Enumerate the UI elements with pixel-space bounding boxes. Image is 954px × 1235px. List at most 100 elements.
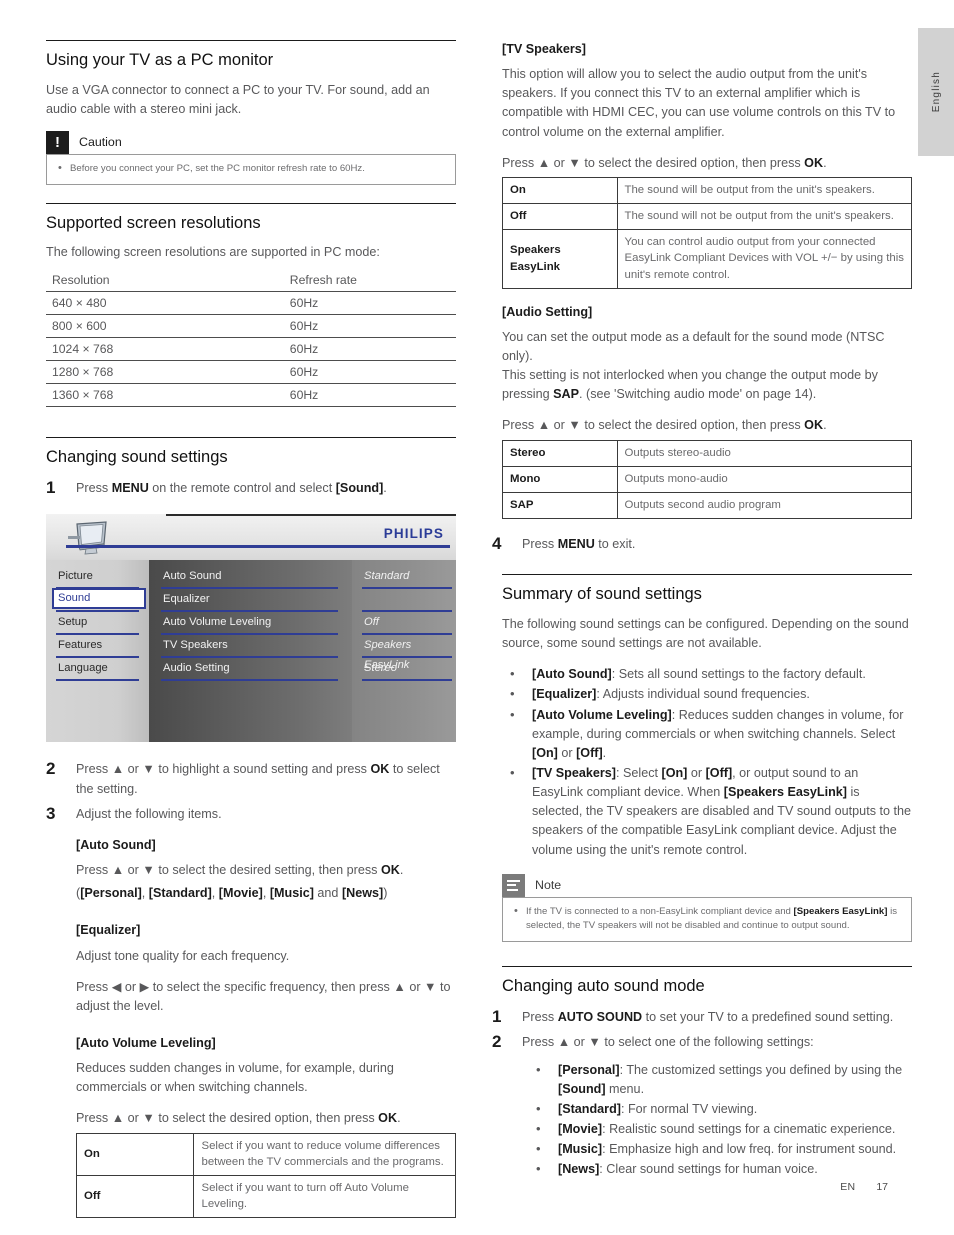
subsection-equalizer-title: [Equalizer] (76, 921, 456, 940)
key-sap: SAP (553, 387, 580, 402)
osd-item-language[interactable]: Language (46, 658, 149, 678)
option-personal: [Personal] (80, 886, 142, 901)
down-arrow-icon: ▼ (588, 1035, 601, 1050)
t: . (see 'Switching audio mode' on page 14… (579, 387, 817, 402)
t: to highlight a sound setting and press (154, 762, 371, 777)
cell-refresh: 60Hz (283, 383, 456, 407)
subsection-auto-sound-title: [Auto Sound] (76, 836, 456, 855)
key-ok: OK (380, 863, 400, 878)
step-1: 1 Press MENU on the remote control and s… (46, 477, 456, 498)
heading-changing-auto-sound-mode: Changing auto sound mode (502, 965, 912, 997)
col-header-resolution: Resolution (46, 268, 284, 292)
cell-option-key: On (502, 176, 618, 205)
key-sound: [Sound] (335, 481, 384, 496)
step-text: Press ▲ or ▼ to highlight a sound settin… (76, 758, 456, 798)
mode-music: [Music] (558, 1142, 603, 1157)
osd-setting-equalizer[interactable]: Equalizer (149, 589, 352, 609)
label: [Audio Setting] (502, 304, 593, 319)
caution-bullet: Before you connect your PC, set the PC m… (57, 161, 445, 177)
osd-item-setup[interactable]: Setup (46, 612, 149, 632)
t: . (397, 1111, 401, 1126)
osd-value-avl[interactable]: Off (352, 612, 456, 632)
tv-monitor-icon (68, 520, 112, 556)
osd-value-audio-setting[interactable]: Stereo (352, 658, 456, 678)
t: Press (502, 155, 538, 170)
cell-option-key: Mono (502, 465, 618, 494)
down-arrow-icon: ▼ (424, 979, 437, 994)
osd-value-equalizer[interactable] (352, 589, 456, 609)
t: . (823, 155, 827, 170)
auto-sound-options: ([Personal], [Standard], [Movie], [Music… (76, 886, 388, 901)
t: Press (522, 1010, 558, 1025)
option-movie: [Movie] (218, 886, 263, 901)
note-body: If the TV is connected to a non-EasyLink… (502, 896, 912, 942)
avl-options-table: On Select if you want to reduce volume d… (75, 1132, 456, 1219)
option-speakers-easylink: [Speakers EasyLink] (723, 785, 847, 800)
key-auto-sound: AUTO SOUND (557, 1010, 643, 1025)
list-item: [Movie]: Realistic sound settings for a … (502, 1119, 912, 1139)
tv-osd-screenshot: PHILIPS Picture Sound Setup Features Lan… (46, 514, 456, 743)
osd-item-features[interactable]: Features (46, 635, 149, 655)
option-off: [Off] (705, 766, 733, 781)
step-number: 1 (46, 478, 56, 498)
heading-supported-resolutions: Supported screen resolutions (46, 202, 456, 234)
osd-setting-avl[interactable]: Auto Volume Leveling (149, 612, 352, 632)
heading-pc-monitor: Using your TV as a PC monitor (46, 40, 456, 71)
t: or (121, 979, 140, 994)
footer-page-number: 17 (876, 1181, 888, 1193)
mode-news: [News] (558, 1162, 600, 1177)
step-number: 2 (46, 759, 56, 779)
avl-instruction: Press ▲ or ▼ to select the desired optio… (76, 1109, 456, 1128)
list-item: [Equalizer]: Adjusts individual sound fr… (502, 684, 912, 704)
option-standard: [Standard] (148, 886, 212, 901)
note-lines-icon (502, 873, 525, 897)
cell-refresh: 60Hz (283, 360, 456, 384)
t: or (570, 1035, 589, 1050)
osd-value-tv-speakers[interactable]: Speakers EasyLink (352, 635, 456, 671)
key-ok: OK (378, 1111, 398, 1126)
osd-setting-tv-speakers[interactable]: TV Speakers (149, 635, 352, 655)
osd-accent-rule (66, 545, 450, 549)
step-number: 2 (492, 1032, 502, 1052)
osd-setting-auto-sound[interactable]: Auto Sound (149, 566, 352, 586)
equalizer-instruction: Press ◀ or ▶ to select the specific freq… (76, 978, 456, 1016)
cell-option-key: On (75, 1132, 195, 1176)
osd-settings-column: Auto Sound Equalizer Auto Volume Levelin… (149, 560, 352, 743)
page-footer: EN 17 (0, 1181, 954, 1193)
step-text: Press MENU to exit. (522, 533, 635, 554)
osd-value-auto-sound[interactable]: Standard (352, 566, 456, 586)
language-tab-label: English (930, 71, 942, 113)
t: Press (76, 979, 112, 994)
audio-setting-instruction: Press ▲ or ▼ to select the desired optio… (502, 416, 912, 435)
osd-item-sound[interactable]: Sound (58, 588, 90, 609)
menu-sound: [Sound] (558, 1081, 606, 1096)
t: or (687, 766, 706, 781)
auto-sound-step-2: 2 Press ▲ or ▼ to select one of the foll… (492, 1031, 912, 1052)
mode-personal: [Personal] (558, 1062, 620, 1077)
osd-setting-audio-setting[interactable]: Audio Setting (149, 658, 352, 678)
t: or (405, 979, 425, 994)
label: [Auto Volume Leveling] (532, 707, 672, 722)
up-arrow-icon: ▲ (537, 155, 551, 170)
t: or (124, 762, 143, 777)
table-row: 1024 × 768 60Hz (46, 337, 456, 361)
osd-divider (161, 679, 338, 682)
key-ok: OK (804, 418, 824, 433)
auto-sound-mode-list: [Personal]: The customized settings you … (502, 1060, 912, 1180)
cell-resolution: 1360 × 768 (46, 383, 284, 407)
up-arrow-icon: ▲ (393, 979, 406, 994)
table-row: Off The sound will not be output from th… (502, 203, 913, 231)
col-header-refresh: Refresh rate (283, 268, 456, 292)
label: [Auto Volume Leveling] (76, 1035, 216, 1050)
cell-option-key: SAP (502, 491, 618, 520)
down-arrow-icon: ▼ (568, 155, 581, 170)
t: : Emphasize high and low freq. for instr… (602, 1142, 897, 1157)
osd-item-picture[interactable]: Picture (46, 566, 149, 586)
t: menu. (605, 1081, 645, 1096)
audio-setting-options-table: Stereo Outputs stereo-audio Mono Outputs… (502, 439, 913, 520)
list-item: [Standard]: For normal TV viewing. (502, 1099, 912, 1119)
t: to select the desired option, then press (580, 155, 805, 170)
cell-resolution: 1280 × 768 (46, 360, 284, 384)
equalizer-desc: Adjust tone quality for each frequency. (76, 948, 290, 963)
table-row: Stereo Outputs stereo-audio (502, 439, 913, 467)
